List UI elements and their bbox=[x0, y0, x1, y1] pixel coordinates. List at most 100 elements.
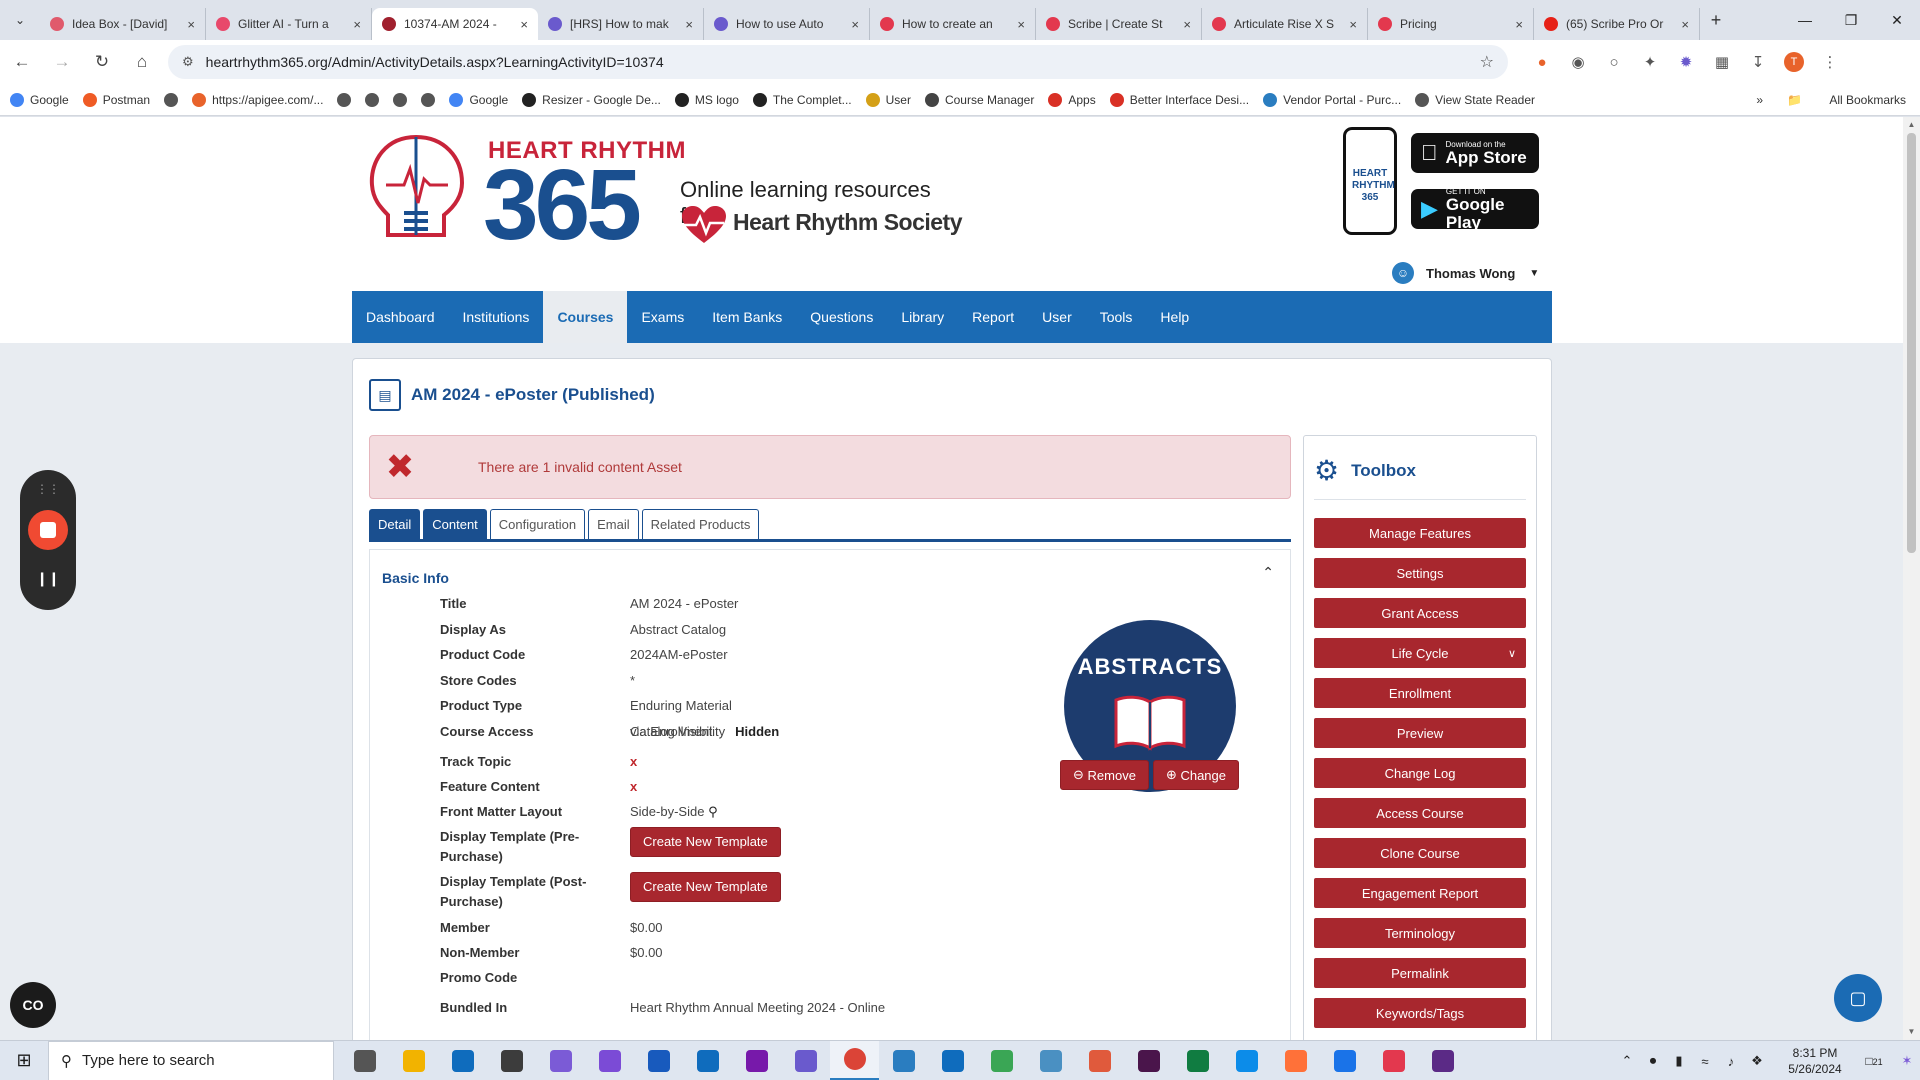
create-template-pre-button[interactable]: Create New Template bbox=[630, 827, 781, 857]
site-info-icon[interactable]: ⚙ bbox=[182, 54, 194, 70]
sparkle-extension-icon[interactable]: ✹ bbox=[1668, 53, 1704, 71]
site-logo[interactable]: HEART RHYTHM 365 Online learning resourc… bbox=[358, 127, 978, 257]
nav-item-dashboard[interactable]: Dashboard bbox=[352, 291, 449, 343]
nav-item-questions[interactable]: Questions bbox=[796, 291, 887, 343]
bookmark-item[interactable]: Course Manager bbox=[924, 92, 1034, 107]
more-bookmarks-icon[interactable]: » bbox=[1756, 93, 1763, 107]
browser-tab[interactable]: How to create an × bbox=[870, 8, 1036, 40]
notifications-icon[interactable]: □21 bbox=[1854, 1054, 1894, 1068]
scroll-thumb[interactable] bbox=[1907, 133, 1916, 553]
copilot-icon[interactable]: ✶ bbox=[1894, 1053, 1920, 1069]
tab-close-icon[interactable]: × bbox=[851, 17, 859, 32]
chat-support-icon[interactable]: ▢ bbox=[1834, 974, 1882, 1022]
minimize-icon[interactable]: — bbox=[1782, 0, 1828, 40]
toolbox-clone-course-button[interactable]: Clone Course bbox=[1314, 838, 1526, 868]
bookmark-item[interactable]: Google bbox=[10, 92, 69, 107]
toolbox-settings-button[interactable]: Settings bbox=[1314, 558, 1526, 588]
taskbar-app-e-icon[interactable] bbox=[928, 1041, 977, 1080]
toolbox-life-cycle-button[interactable]: Life Cycle ∨ bbox=[1314, 638, 1526, 668]
home-icon[interactable]: ⌂ bbox=[124, 44, 160, 80]
nav-item-institutions[interactable]: Institutions bbox=[449, 291, 544, 343]
toolbox-keywords-tags-button[interactable]: Keywords/Tags bbox=[1314, 998, 1526, 1028]
bookmark-item[interactable]: Vendor Portal - Purc... bbox=[1263, 92, 1401, 107]
scroll-up-icon[interactable]: ▲ bbox=[1903, 117, 1920, 133]
camera-icon[interactable]: ◉ bbox=[1560, 53, 1596, 71]
closed-caption-icon[interactable]: CO bbox=[10, 982, 56, 1028]
address-bar[interactable]: ⚙ heartrhythm365.org/Admin/ActivityDetai… bbox=[168, 45, 1508, 79]
tab-close-icon[interactable]: × bbox=[1349, 17, 1357, 32]
browser-tab[interactable]: Idea Box - [David] × bbox=[40, 8, 206, 40]
restore-icon[interactable]: ❐ bbox=[1828, 0, 1874, 40]
bookmark-item[interactable]: The Complet... bbox=[752, 92, 852, 107]
google-play-button[interactable]: ▶ GET IT ON Google Play bbox=[1411, 187, 1539, 231]
menu-kebab-icon[interactable]: ⋮ bbox=[1812, 53, 1848, 71]
scroll-down-icon[interactable]: ▼ bbox=[1903, 1024, 1920, 1040]
wand-icon[interactable]: ✦ bbox=[1632, 53, 1668, 71]
toolbox-terminology-button[interactable]: Terminology bbox=[1314, 918, 1526, 948]
toolbox-engagement-report-button[interactable]: Engagement Report bbox=[1314, 878, 1526, 908]
tab-close-icon[interactable]: × bbox=[520, 17, 528, 32]
tab-search-icon[interactable]: ⌄ bbox=[0, 0, 40, 40]
browser-tab[interactable]: Articulate Rise X S × bbox=[1202, 8, 1368, 40]
page-scrollbar[interactable]: ▲ ▼ bbox=[1903, 117, 1920, 1040]
microphone-icon[interactable]: ⏺ bbox=[1640, 1053, 1666, 1069]
browser-tab[interactable]: Glitter AI - Turn a × bbox=[206, 8, 372, 40]
browser-tab[interactable]: How to use Auto × bbox=[704, 8, 870, 40]
create-template-post-button[interactable]: Create New Template bbox=[630, 872, 781, 902]
pause-icon[interactable]: ❙❙ bbox=[20, 570, 76, 587]
browser-tab[interactable]: Pricing × bbox=[1368, 8, 1534, 40]
toolbox-permalink-button[interactable]: Permalink bbox=[1314, 958, 1526, 988]
taskbar-app-d-icon[interactable] bbox=[879, 1041, 928, 1080]
remove-image-button[interactable]: ⊖ Remove bbox=[1060, 760, 1149, 790]
nav-item-library[interactable]: Library bbox=[887, 291, 958, 343]
taskbar-scribe-icon[interactable] bbox=[1369, 1041, 1418, 1080]
toolbox-preview-button[interactable]: Preview bbox=[1314, 718, 1526, 748]
bookmark-item[interactable] bbox=[337, 92, 357, 107]
taskbar-maps-icon[interactable] bbox=[1320, 1041, 1369, 1080]
tab-close-icon[interactable]: × bbox=[1183, 17, 1191, 32]
taskbar-search[interactable]: ⚲ Type here to search bbox=[48, 1040, 334, 1080]
bookmark-item[interactable]: Apps bbox=[1048, 92, 1096, 107]
taskbar-task-view-icon[interactable] bbox=[340, 1041, 389, 1080]
battery-icon[interactable]: ▮ bbox=[1666, 1053, 1692, 1069]
taskbar-app-h-icon[interactable] bbox=[1075, 1041, 1124, 1080]
taskbar-mail-icon[interactable] bbox=[438, 1041, 487, 1080]
bookmark-item[interactable]: Google bbox=[449, 92, 508, 107]
chevron-up-tray-icon[interactable]: ⌃ bbox=[1614, 1053, 1640, 1069]
change-image-button[interactable]: ⊕ Change bbox=[1152, 760, 1239, 790]
wifi-icon[interactable]: ≈ bbox=[1692, 1054, 1718, 1069]
app-store-button[interactable]:  Download on the App Store bbox=[1411, 133, 1539, 173]
back-icon[interactable]: ← bbox=[4, 44, 40, 80]
puzzle-icon[interactable]: ▦ bbox=[1704, 53, 1740, 71]
tab-close-icon[interactable]: × bbox=[1515, 17, 1523, 32]
nav-item-help[interactable]: Help bbox=[1146, 291, 1203, 343]
toolbox-enrollment-button[interactable]: Enrollment bbox=[1314, 678, 1526, 708]
nav-item-tools[interactable]: Tools bbox=[1086, 291, 1147, 343]
nav-item-user[interactable]: User bbox=[1028, 291, 1086, 343]
taskbar-excel-icon[interactable] bbox=[1173, 1041, 1222, 1080]
browser-tab[interactable]: 10374-AM 2024 - × bbox=[372, 8, 538, 40]
taskbar-file-explorer-icon[interactable] bbox=[389, 1041, 438, 1080]
dropbox-icon[interactable]: ❖ bbox=[1744, 1053, 1770, 1069]
nav-item-exams[interactable]: Exams bbox=[627, 291, 698, 343]
profile-avatar[interactable]: T bbox=[1784, 52, 1804, 72]
nav-item-courses[interactable]: Courses bbox=[543, 291, 628, 343]
chevron-up-icon[interactable]: ⌃ bbox=[1262, 564, 1274, 581]
bookmark-item[interactable] bbox=[393, 92, 413, 107]
forward-icon[interactable]: → bbox=[44, 44, 80, 80]
tab-close-icon[interactable]: × bbox=[187, 17, 195, 32]
bookmark-item[interactable] bbox=[421, 92, 441, 107]
toolbox-grant-access-button[interactable]: Grant Access bbox=[1314, 598, 1526, 628]
stop-recording-button[interactable] bbox=[28, 510, 68, 550]
download-icon[interactable]: ↧ bbox=[1740, 53, 1776, 71]
browser-tab[interactable]: (65) Scribe Pro Or × bbox=[1534, 8, 1700, 40]
windows-start-icon[interactable]: ⊞ bbox=[0, 1041, 48, 1080]
taskbar-app-b-icon[interactable] bbox=[536, 1041, 585, 1080]
extension-icon[interactable]: ● bbox=[1524, 54, 1560, 71]
tab-close-icon[interactable]: × bbox=[1681, 17, 1689, 32]
close-window-icon[interactable]: ✕ bbox=[1874, 0, 1920, 40]
bookmark-item[interactable] bbox=[365, 92, 385, 107]
taskbar-edge-icon[interactable] bbox=[1222, 1041, 1271, 1080]
taskbar-app-g-icon[interactable] bbox=[1026, 1041, 1075, 1080]
bookmark-star-icon[interactable]: ☆ bbox=[1480, 52, 1494, 72]
